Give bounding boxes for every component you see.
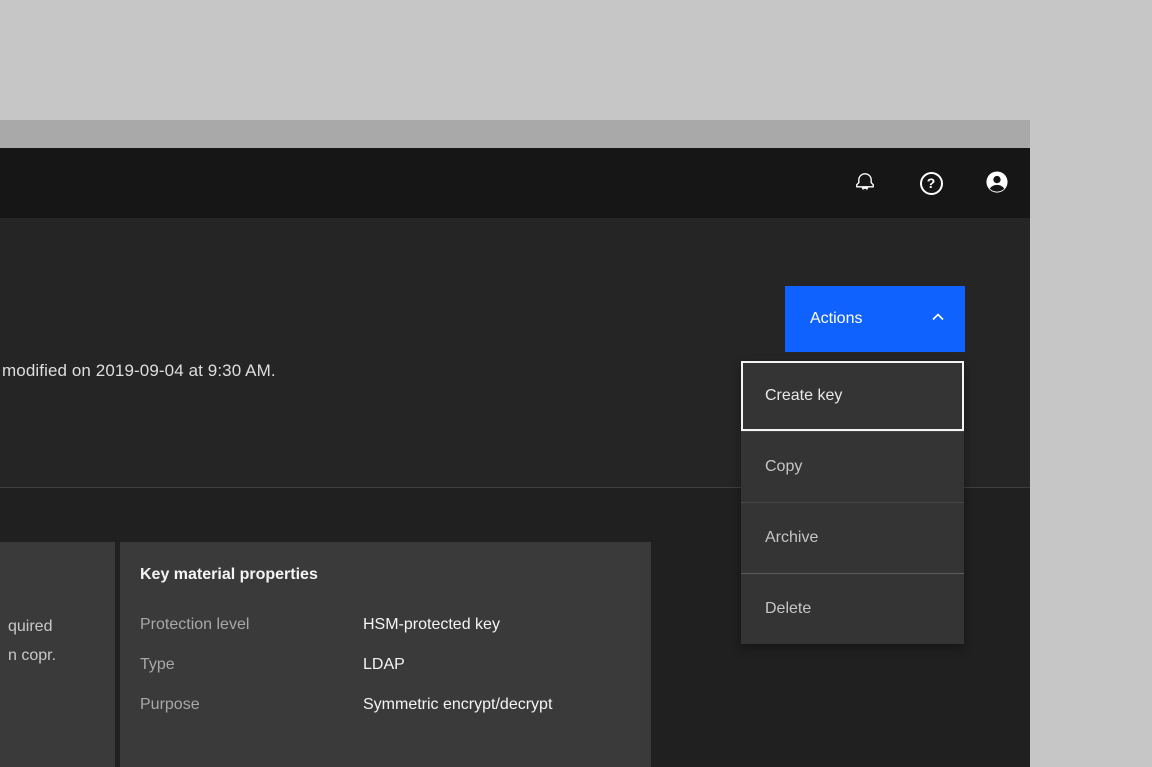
property-rows: Protection level HSM-protected key Type … [140,616,639,736]
chevron-up-icon [930,309,946,330]
menu-item-copy[interactable]: Copy [741,431,964,502]
partial-tile: quired n copr. [0,542,115,767]
partial-text-line: quired [8,618,53,635]
window-titlebar[interactable] [0,120,1030,148]
property-label: Protection level [140,616,250,633]
property-value: Symmetric encrypt/decrypt [363,696,553,713]
partial-text-line: n copr. [8,647,57,664]
menu-item-delete[interactable]: Delete [741,573,964,644]
notifications-button[interactable] [832,148,898,218]
modified-timestamp: modified on 2019-09-04 at 9:30 AM. [2,361,276,380]
property-value: HSM-protected key [363,616,500,633]
key-material-tile: Key material properties Protection level… [120,542,651,767]
user-avatar-button[interactable] [964,148,1030,218]
property-label: Purpose [140,696,200,713]
actions-dropdown-menu: Create key Copy Archive Delete [741,361,964,644]
user-avatar-icon [984,169,1010,198]
bell-icon [854,171,876,196]
screenshot-stage: ? modified on 2019-09-04 at 9:30 AM. Act… [0,0,1152,767]
property-label: Type [140,656,175,673]
actions-button[interactable]: Actions [785,286,965,352]
property-value: LDAP [363,656,405,673]
property-row: Type LDAP [140,656,639,696]
tile-title: Key material properties [140,566,318,583]
app-header: ? [0,148,1030,218]
property-row: Purpose Symmetric encrypt/decrypt [140,696,639,736]
help-button[interactable]: ? [898,148,964,218]
menu-item-create-key[interactable]: Create key [741,361,964,431]
app-window: ? modified on 2019-09-04 at 9:30 AM. Act… [0,120,1030,767]
property-row: Protection level HSM-protected key [140,616,639,656]
menu-item-archive[interactable]: Archive [741,502,964,573]
actions-button-label: Actions [810,310,863,327]
help-icon: ? [919,171,943,195]
